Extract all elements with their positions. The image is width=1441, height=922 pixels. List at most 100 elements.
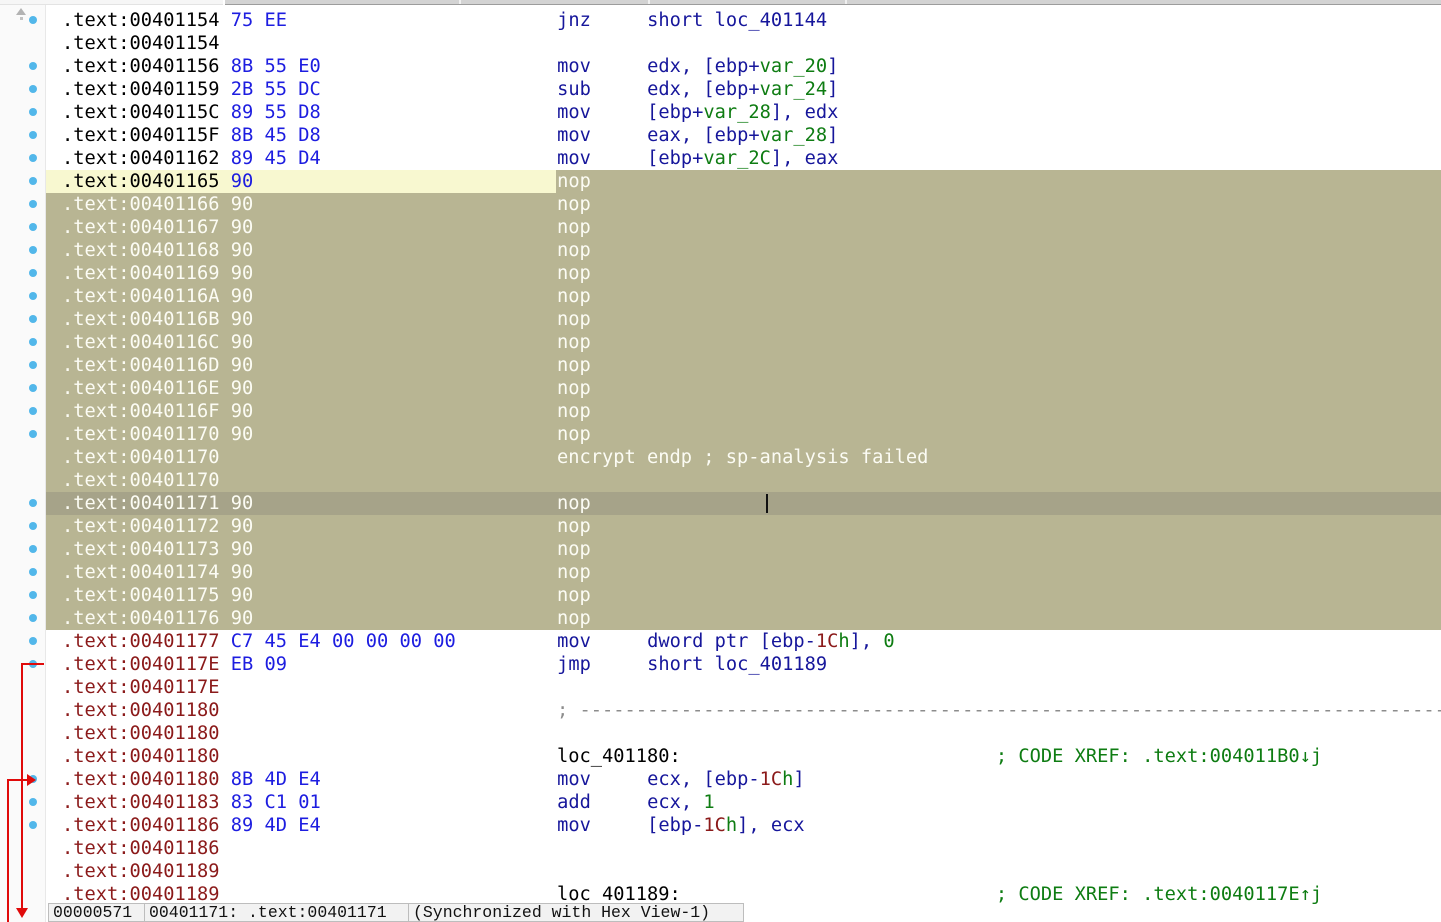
asm-row[interactable]: .text:00401173 90 nop (45, 538, 1441, 561)
asm-text-segment: 1 (703, 792, 714, 813)
line-marker-dot-icon (29, 62, 37, 70)
offscreen-jump-up-stub (20, 17, 23, 20)
asm-text-segment: ] (827, 125, 838, 146)
asm-row[interactable]: .text:0040116A 90 nop (45, 285, 1441, 308)
asm-row[interactable]: .text:00401175 90 nop (45, 584, 1441, 607)
asm-text-segment: h (726, 815, 737, 836)
toolbar-strip-left (0, 0, 223, 5)
asm-row[interactable]: .text:00401162 89 45 D4 mov [ebp+var_2C]… (45, 147, 1441, 170)
asm-row[interactable]: .text:00401166 90 nop (45, 193, 1441, 216)
asm-row[interactable]: .text:00401186 89 4D E4 mov [ebp-1Ch], e… (45, 814, 1441, 837)
asm-row[interactable]: .text:00401167 90 nop (45, 216, 1441, 239)
asm-row[interactable]: .text:00401177 C7 45 E4 00 00 00 00 mov … (45, 630, 1441, 653)
jump-arrow-vertical (21, 663, 23, 908)
asm-row[interactable]: .text:0040116D 90 nop (45, 354, 1441, 377)
asm-text-segment: h (838, 631, 849, 652)
asm-row[interactable]: .text:00401186 (45, 837, 1441, 860)
asm-row[interactable]: .text:00401170 (45, 469, 1441, 492)
asm-text-segment: nop (557, 332, 591, 353)
jump-arrow-horizontal-2 (7, 779, 27, 781)
asm-row[interactable]: .text:0040115C 89 55 D8 mov [ebp+var_28]… (45, 101, 1441, 124)
line-marker-dot-icon (29, 177, 37, 185)
asm-row[interactable]: .text:00401156 8B 55 E0 mov edx, [ebp+va… (45, 55, 1441, 78)
asm-text-segment: encrypt endp ; sp-analysis failed (557, 447, 928, 468)
line-marker-dot-icon (29, 200, 37, 208)
asm-text-segment (220, 447, 558, 468)
asm-row[interactable]: .text:00401189 (45, 860, 1441, 883)
asm-row[interactable]: .text:0040116B 90 nop (45, 308, 1441, 331)
asm-text-segment: mov ecx, [ebp- (557, 769, 760, 790)
asm-text-segment (321, 148, 557, 169)
asm-row[interactable]: .text:00401183 83 C1 01 add ecx, 1 (45, 791, 1441, 814)
line-marker-dot-icon (29, 591, 37, 599)
asm-text-segment: nop (557, 286, 591, 307)
line-marker-dot-icon (29, 407, 37, 415)
asm-text-segment (220, 884, 558, 905)
asm-row[interactable]: .text:00401170 encrypt endp ; sp-analysi… (45, 446, 1441, 469)
asm-row[interactable]: .text:00401168 90 nop (45, 239, 1441, 262)
asm-text-segment: add ecx, (557, 792, 703, 813)
asm-text-segment: 90 (231, 171, 254, 192)
asm-row[interactable]: .text:00401159 2B 55 DC sub edx, [ebp+va… (45, 78, 1441, 101)
asm-text-segment: mov [ebp+ (557, 148, 703, 169)
asm-text-segment (253, 608, 557, 629)
asm-text-segment: .text:00401186 (62, 838, 220, 859)
asm-text-segment: .text:00401170 (62, 470, 220, 491)
asm-text-segment: mov eax, [ebp+ (557, 125, 760, 146)
asm-row[interactable]: .text:00401170 90 nop (45, 423, 1441, 446)
jump-arrows-gutter (0, 0, 46, 922)
asm-text-segment: var_28 (760, 125, 828, 146)
asm-text-segment: .text:00401180 (62, 746, 220, 767)
asm-text-segment: nop (557, 355, 591, 376)
asm-row[interactable]: .text:00401171 90 nop (45, 492, 1441, 515)
asm-text-segment (321, 769, 557, 790)
asm-text-segment: loc_401189: (557, 884, 681, 905)
line-marker-dot-icon (29, 522, 37, 530)
asm-text-segment: .text:0040116F 90 (62, 401, 253, 422)
asm-row[interactable]: .text:00401165 90 nop (45, 170, 1441, 193)
line-marker-dot-icon (29, 246, 37, 254)
asm-row[interactable]: .text:00401176 90 nop (45, 607, 1441, 630)
asm-row[interactable]: .text:0040117E (45, 676, 1441, 699)
disassembly-listing[interactable]: .text:00401154 75 EE jnz short loc_40114… (45, 0, 1441, 922)
asm-row[interactable]: .text:0040116C 90 nop (45, 331, 1441, 354)
asm-text-segment (456, 631, 557, 652)
asm-text-segment: 83 C1 01 (231, 792, 321, 813)
line-marker-dot-icon (29, 223, 37, 231)
asm-text-segment: 1C (760, 769, 783, 790)
toolbar-divider (459, 0, 461, 4)
asm-text-segment: .text:00401189 (62, 861, 220, 882)
asm-row[interactable]: .text:0040115F 8B 45 D8 mov eax, [ebp+va… (45, 124, 1441, 147)
line-marker-dot-icon (29, 292, 37, 300)
asm-row[interactable]: .text:0040116E 90 nop (45, 377, 1441, 400)
asm-text-segment: mov [ebp- (557, 815, 703, 836)
asm-row[interactable]: .text:00401172 90 nop (45, 515, 1441, 538)
asm-text-segment: nop (557, 585, 591, 606)
asm-row[interactable]: .text:00401180 8B 4D E4 mov ecx, [ebp-1C… (45, 768, 1441, 791)
line-marker-dot-icon (29, 614, 37, 622)
asm-text-segment: nop (557, 539, 591, 560)
asm-row[interactable]: .text:0040117E EB 09 jmp short loc_40118… (45, 653, 1441, 676)
asm-row[interactable]: .text:00401154 (45, 32, 1441, 55)
asm-text-segment: mov [ebp+ (557, 102, 703, 123)
asm-text-segment: .text:0040117E (62, 677, 220, 698)
asm-text-segment: .text:00401154 (62, 10, 231, 31)
asm-text-segment: nop (557, 493, 591, 514)
asm-row[interactable]: .text:00401169 90 nop (45, 262, 1441, 285)
asm-text-segment: 1C (816, 631, 839, 652)
asm-row[interactable]: .text:00401180 ; -----------------------… (45, 699, 1441, 722)
asm-text-segment: .text:0040115F (62, 125, 231, 146)
asm-row[interactable]: .text:00401180 loc_401180: ; CODE XREF: … (45, 745, 1441, 768)
line-marker-dot-icon (29, 338, 37, 346)
asm-text-segment: .text:00401166 90 (62, 194, 253, 215)
asm-row[interactable]: .text:00401154 75 EE jnz short loc_40114… (45, 9, 1441, 32)
asm-text-segment: var_20 (760, 56, 828, 77)
asm-text-segment: 1C (703, 815, 726, 836)
asm-row[interactable]: .text:00401174 90 nop (45, 561, 1441, 584)
asm-text-segment: .text:00401189 (62, 884, 220, 905)
asm-text-segment: 8B 55 E0 (231, 56, 321, 77)
asm-text-segment (681, 884, 996, 905)
asm-row[interactable]: .text:00401180 (45, 722, 1441, 745)
asm-row[interactable]: .text:0040116F 90 nop (45, 400, 1441, 423)
asm-text-segment: .text:0040115C (62, 102, 231, 123)
